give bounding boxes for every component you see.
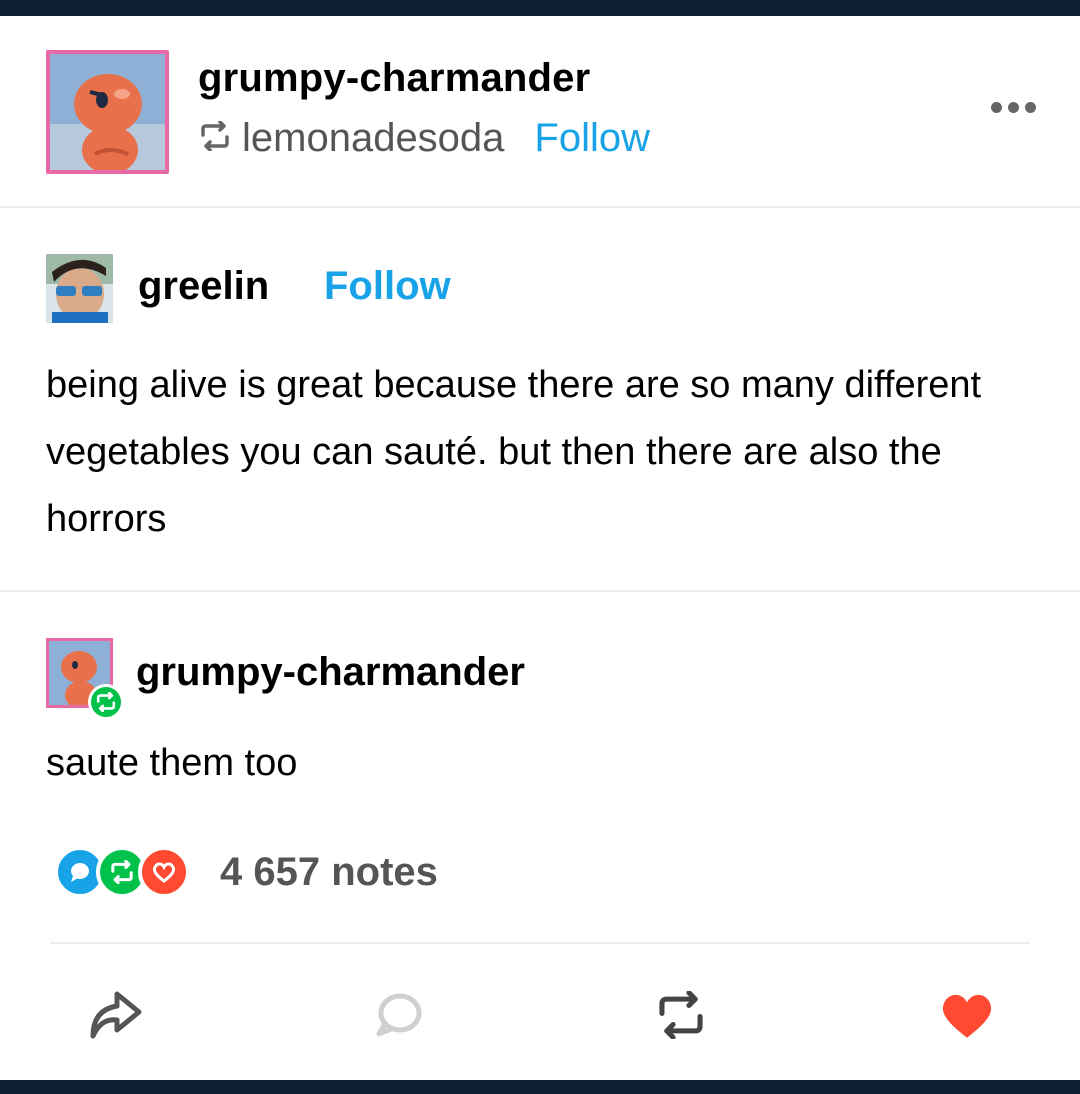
reblogged-from-blog[interactable]: lemonadesoda: [242, 116, 504, 161]
like-icon[interactable]: [932, 980, 1002, 1050]
reblog-author-name[interactable]: grumpy-charmander: [136, 650, 525, 695]
post-header: grumpy-charmander lemonadesoda Follow: [0, 16, 1080, 208]
top-status-bar: [0, 0, 1080, 16]
notes-summary[interactable]: 4 657 notes: [54, 846, 438, 898]
reblog-attribution: lemonadesoda Follow: [198, 116, 650, 161]
divider: [50, 942, 1030, 944]
reblog-body: saute them too: [46, 742, 298, 784]
reblog-badge-icon: [88, 684, 124, 720]
reblog-avatar[interactable]: [46, 638, 124, 720]
divider: [0, 206, 1080, 208]
author-name[interactable]: greelin: [138, 264, 269, 309]
bottom-bar: [0, 1080, 1080, 1094]
like-icon: [138, 846, 190, 898]
post-body: being alive is great because there are s…: [46, 364, 982, 540]
reblog-icon: [198, 116, 232, 161]
follow-button[interactable]: Follow: [324, 264, 451, 309]
divider: [0, 590, 1080, 592]
reblog-icon[interactable]: [646, 980, 716, 1050]
reply-icon[interactable]: [364, 980, 434, 1050]
post-action-bar: [0, 980, 1080, 1050]
blog-name[interactable]: grumpy-charmander: [198, 56, 590, 101]
author-avatar[interactable]: [46, 254, 113, 323]
follow-button[interactable]: Follow: [534, 116, 650, 161]
more-horizontal-icon[interactable]: [991, 102, 1036, 113]
share-icon[interactable]: [80, 980, 150, 1050]
notes-count[interactable]: 4 657 notes: [220, 850, 438, 895]
blog-avatar[interactable]: [46, 50, 169, 174]
